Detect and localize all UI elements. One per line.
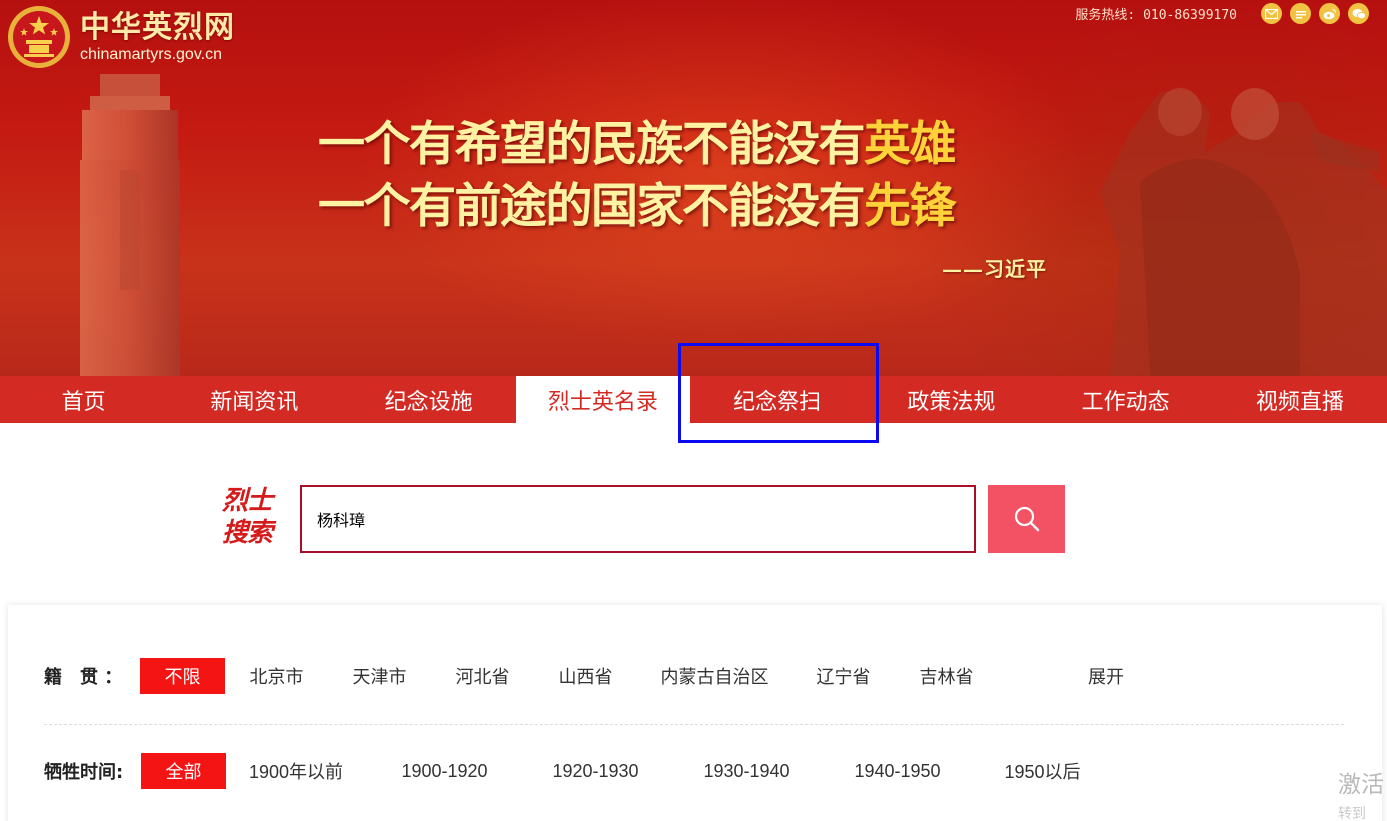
slogan-line-2: 一个有前途的国家不能没有: [318, 179, 866, 234]
expand-button[interactable]: 展开: [1068, 658, 1144, 694]
origin-option[interactable]: 辽宁省: [792, 658, 895, 694]
activation-watermark-sub: 转到: [1338, 806, 1366, 821]
mail-icon[interactable]: [1261, 3, 1282, 24]
nav-item-home[interactable]: 首页: [0, 376, 167, 423]
origin-filter-label: 籍 贯 ：: [44, 667, 123, 688]
filter-panel: 籍 贯 ： 不限 北京市 天津市 河北省 山西省 内蒙古自治区 辽宁省 吉林省 …: [8, 605, 1382, 821]
wechat-icon[interactable]: [1348, 3, 1369, 24]
time-option[interactable]: 1900-1920: [366, 753, 523, 789]
time-option[interactable]: 1900年以前: [226, 753, 366, 789]
logo-title: 中华英烈网: [80, 10, 235, 45]
nav-item-memorial-facilities[interactable]: 纪念设施: [342, 376, 516, 423]
top-bar: 服务热线: 010-86399170: [1075, 3, 1369, 24]
origin-option[interactable]: 河北省: [431, 658, 534, 694]
banner-slogan: 一个有希望的民族不能没有英雄 一个有前途的国家不能没有先锋: [318, 114, 957, 238]
search-title-line-1: 烈士: [222, 486, 273, 516]
sacrifice-time-label: 牺牲时间:: [44, 762, 124, 783]
weibo-icon[interactable]: [1319, 3, 1340, 24]
slogan-attribution: ——习近平: [942, 257, 1047, 281]
sculpture-image: [1100, 88, 1387, 376]
origin-option[interactable]: 吉林省: [895, 658, 998, 694]
time-option[interactable]: 1940-1950: [825, 753, 970, 789]
search-icon: [1014, 506, 1039, 532]
national-emblem-icon: [8, 6, 70, 68]
nav-item-news[interactable]: 新闻资讯: [167, 376, 341, 423]
search-input[interactable]: [300, 485, 976, 553]
time-option[interactable]: 1930-1940: [668, 753, 825, 789]
search-button[interactable]: [988, 485, 1065, 553]
nav-item-work-updates[interactable]: 工作动态: [1039, 376, 1213, 423]
origin-option[interactable]: 北京市: [225, 658, 328, 694]
search-title: 烈士 搜索: [222, 485, 290, 549]
main-nav: 首页 新闻资讯 纪念设施 烈士英名录 纪念祭扫 政策法规 工作动态 视频直播: [0, 376, 1387, 423]
origin-option[interactable]: 天津市: [328, 658, 431, 694]
monument-image: [80, 74, 180, 376]
filter-divider: [44, 724, 1344, 725]
nav-item-martyrs-list[interactable]: 烈士英名录: [515, 376, 691, 423]
slogan-line-1: 一个有希望的民族不能没有: [318, 117, 866, 172]
nav-item-memorial-tribute[interactable]: 纪念祭扫: [690, 376, 864, 423]
origin-option[interactable]: 内蒙古自治区: [637, 658, 792, 694]
nav-item-live-video[interactable]: 视频直播: [1213, 376, 1387, 423]
origin-option[interactable]: 山西省: [534, 658, 637, 694]
origin-option-all[interactable]: 不限: [140, 658, 225, 694]
activation-watermark: 激活: [1338, 772, 1384, 798]
logo-url: chinamartyrs.gov.cn: [80, 46, 222, 63]
time-option[interactable]: 1920-1930: [523, 753, 668, 789]
time-option[interactable]: 1950以后: [970, 753, 1115, 789]
header-banner: 中华英烈网 chinamartyrs.gov.cn 服务热线: 010-8639…: [0, 0, 1387, 376]
time-option-all[interactable]: 全部: [141, 753, 226, 789]
nav-item-policies[interactable]: 政策法规: [864, 376, 1038, 423]
origin-filter-row: 籍 贯 ： 不限 北京市 天津市 河北省 山西省 内蒙古自治区 辽宁省 吉林省 …: [44, 658, 1144, 694]
service-hotline: 服务热线: 010-86399170: [1075, 8, 1237, 23]
sacrifice-time-filter-row: 牺牲时间: 全部 1900年以前 1900-1920 1920-1930 193…: [44, 753, 1115, 789]
slogan-line-1-highlight: 英雄: [864, 117, 957, 172]
search-title-line-2: 搜索: [222, 518, 273, 548]
toutiao-icon[interactable]: [1290, 3, 1311, 24]
site-logo[interactable]: 中华英烈网 chinamartyrs.gov.cn: [6, 4, 235, 70]
slogan-line-2-highlight: 先锋: [864, 179, 957, 234]
